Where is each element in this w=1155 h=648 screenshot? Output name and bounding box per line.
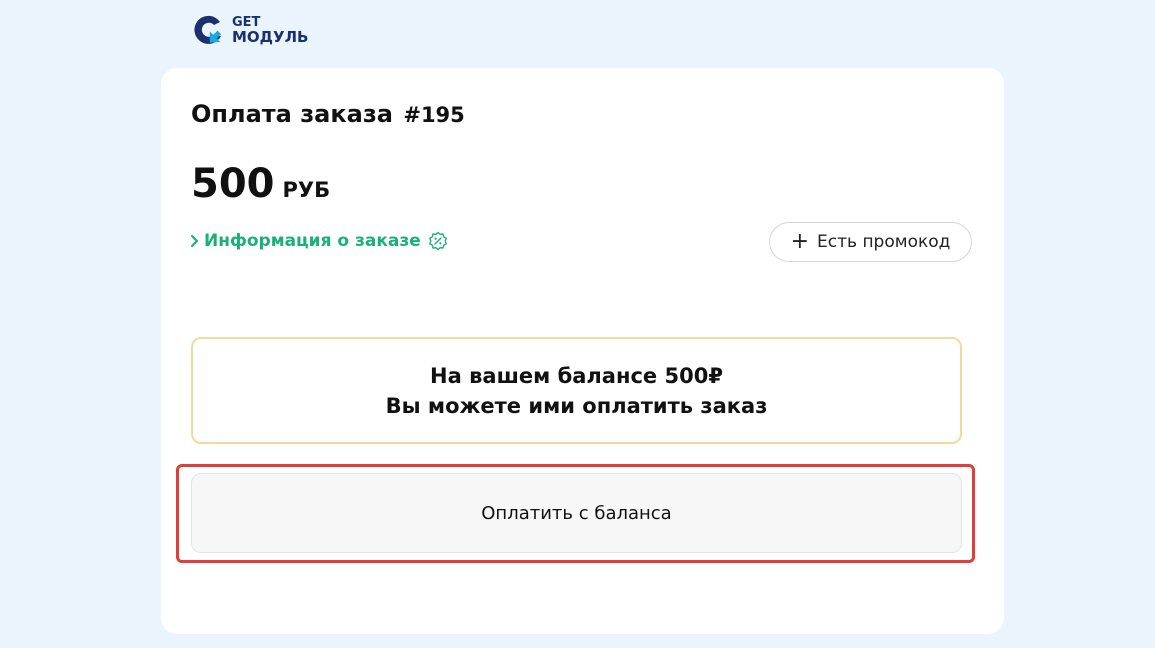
order-number: #195	[403, 103, 465, 127]
pay-from-balance-button[interactable]: Оплатить с баланса	[191, 473, 962, 553]
logo-icon	[194, 15, 222, 44]
plus-icon: +	[790, 229, 810, 254]
page-title: Оплата заказа #195	[191, 100, 465, 128]
promo-code-label: Есть промокод	[817, 232, 951, 252]
pay-button-label: Оплатить с баланса	[481, 502, 672, 524]
logo[interactable]: GET МОДУЛЬ	[190, 12, 309, 48]
balance-line-1: На вашем балансе 500₽	[430, 363, 723, 388]
amount-value: 500	[191, 161, 275, 207]
order-amount: 500 РУБ	[191, 161, 330, 207]
logo-text-bottom: МОДУЛЬ	[232, 28, 309, 46]
balance-line-2: Вы можете ими оплатить заказ	[385, 393, 768, 418]
order-info-link[interactable]: Информация о заказе	[189, 231, 448, 251]
discount-badge-icon	[428, 231, 447, 251]
promo-code-button[interactable]: + Есть промокод	[769, 222, 972, 262]
title-text: Оплата заказа	[191, 100, 393, 128]
order-info-label: Информация о заказе	[204, 231, 421, 251]
balance-notice: На вашем балансе 500₽ Вы можете ими опла…	[191, 337, 962, 444]
payment-card: Оплата заказа #195 500 РУБ Информация о з…	[161, 68, 1004, 634]
amount-currency: РУБ	[282, 178, 331, 202]
chevron-right-icon	[190, 234, 199, 248]
